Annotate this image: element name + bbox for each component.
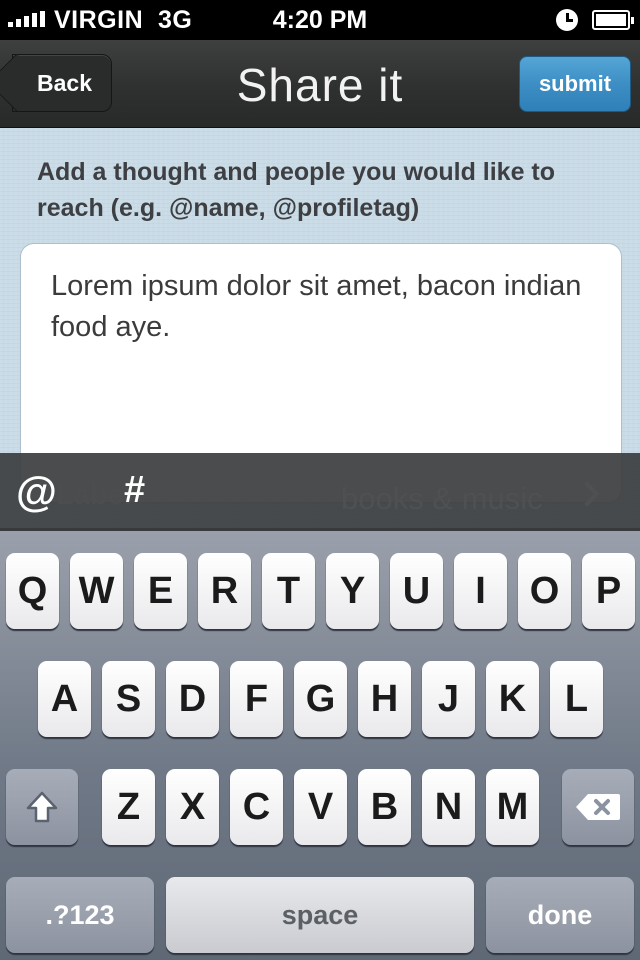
key-y[interactable]: Y xyxy=(326,553,379,629)
mention-button[interactable]: @ xyxy=(16,469,57,515)
instructions-text: Add a thought and people you would like … xyxy=(37,158,556,222)
key-j[interactable]: J xyxy=(422,661,475,737)
key-q[interactable]: Q xyxy=(6,553,59,629)
label-row[interactable]: Label books & music @ # xyxy=(0,453,640,531)
keyboard: Q W E R T Y U I O P A S D F G H J K L Z … xyxy=(0,531,640,960)
key-t[interactable]: T xyxy=(262,553,315,629)
key-g[interactable]: G xyxy=(294,661,347,737)
numbers-key[interactable]: .?123 xyxy=(6,877,154,953)
key-c[interactable]: C xyxy=(230,769,283,845)
chevron-right-icon xyxy=(574,481,600,507)
key-k[interactable]: K xyxy=(486,661,539,737)
status-bar: VIRGIN 3G 4:20 PM xyxy=(0,0,640,40)
status-time: 4:20 PM xyxy=(272,6,368,34)
submit-button[interactable]: submit xyxy=(519,56,631,112)
key-m[interactable]: M xyxy=(486,769,539,845)
key-u[interactable]: U xyxy=(390,553,443,629)
label-title: Label xyxy=(56,479,132,511)
alarm-icon xyxy=(556,9,578,31)
key-i[interactable]: I xyxy=(454,553,507,629)
key-f[interactable]: F xyxy=(230,661,283,737)
hashtag-button[interactable]: # xyxy=(124,467,145,513)
key-b[interactable]: B xyxy=(358,769,411,845)
delete-icon xyxy=(576,794,620,820)
key-r[interactable]: R xyxy=(198,553,251,629)
space-key[interactable]: space xyxy=(166,877,474,953)
shift-icon xyxy=(26,791,58,823)
key-h[interactable]: H xyxy=(358,661,411,737)
key-d[interactable]: D xyxy=(166,661,219,737)
key-z[interactable]: Z xyxy=(102,769,155,845)
key-n[interactable]: N xyxy=(422,769,475,845)
key-e[interactable]: E xyxy=(134,553,187,629)
nav-bar: Back Share it submit xyxy=(0,40,640,128)
key-o[interactable]: O xyxy=(518,553,571,629)
label-value: books & music xyxy=(341,481,543,516)
shift-key[interactable] xyxy=(6,769,78,845)
key-a[interactable]: A xyxy=(38,661,91,737)
key-l[interactable]: L xyxy=(550,661,603,737)
key-w[interactable]: W xyxy=(70,553,123,629)
key-s[interactable]: S xyxy=(102,661,155,737)
delete-key[interactable] xyxy=(562,769,634,845)
done-key[interactable]: done xyxy=(486,877,634,953)
battery-icon xyxy=(592,10,634,30)
key-v[interactable]: V xyxy=(294,769,347,845)
key-x[interactable]: X xyxy=(166,769,219,845)
key-p[interactable]: P xyxy=(582,553,635,629)
